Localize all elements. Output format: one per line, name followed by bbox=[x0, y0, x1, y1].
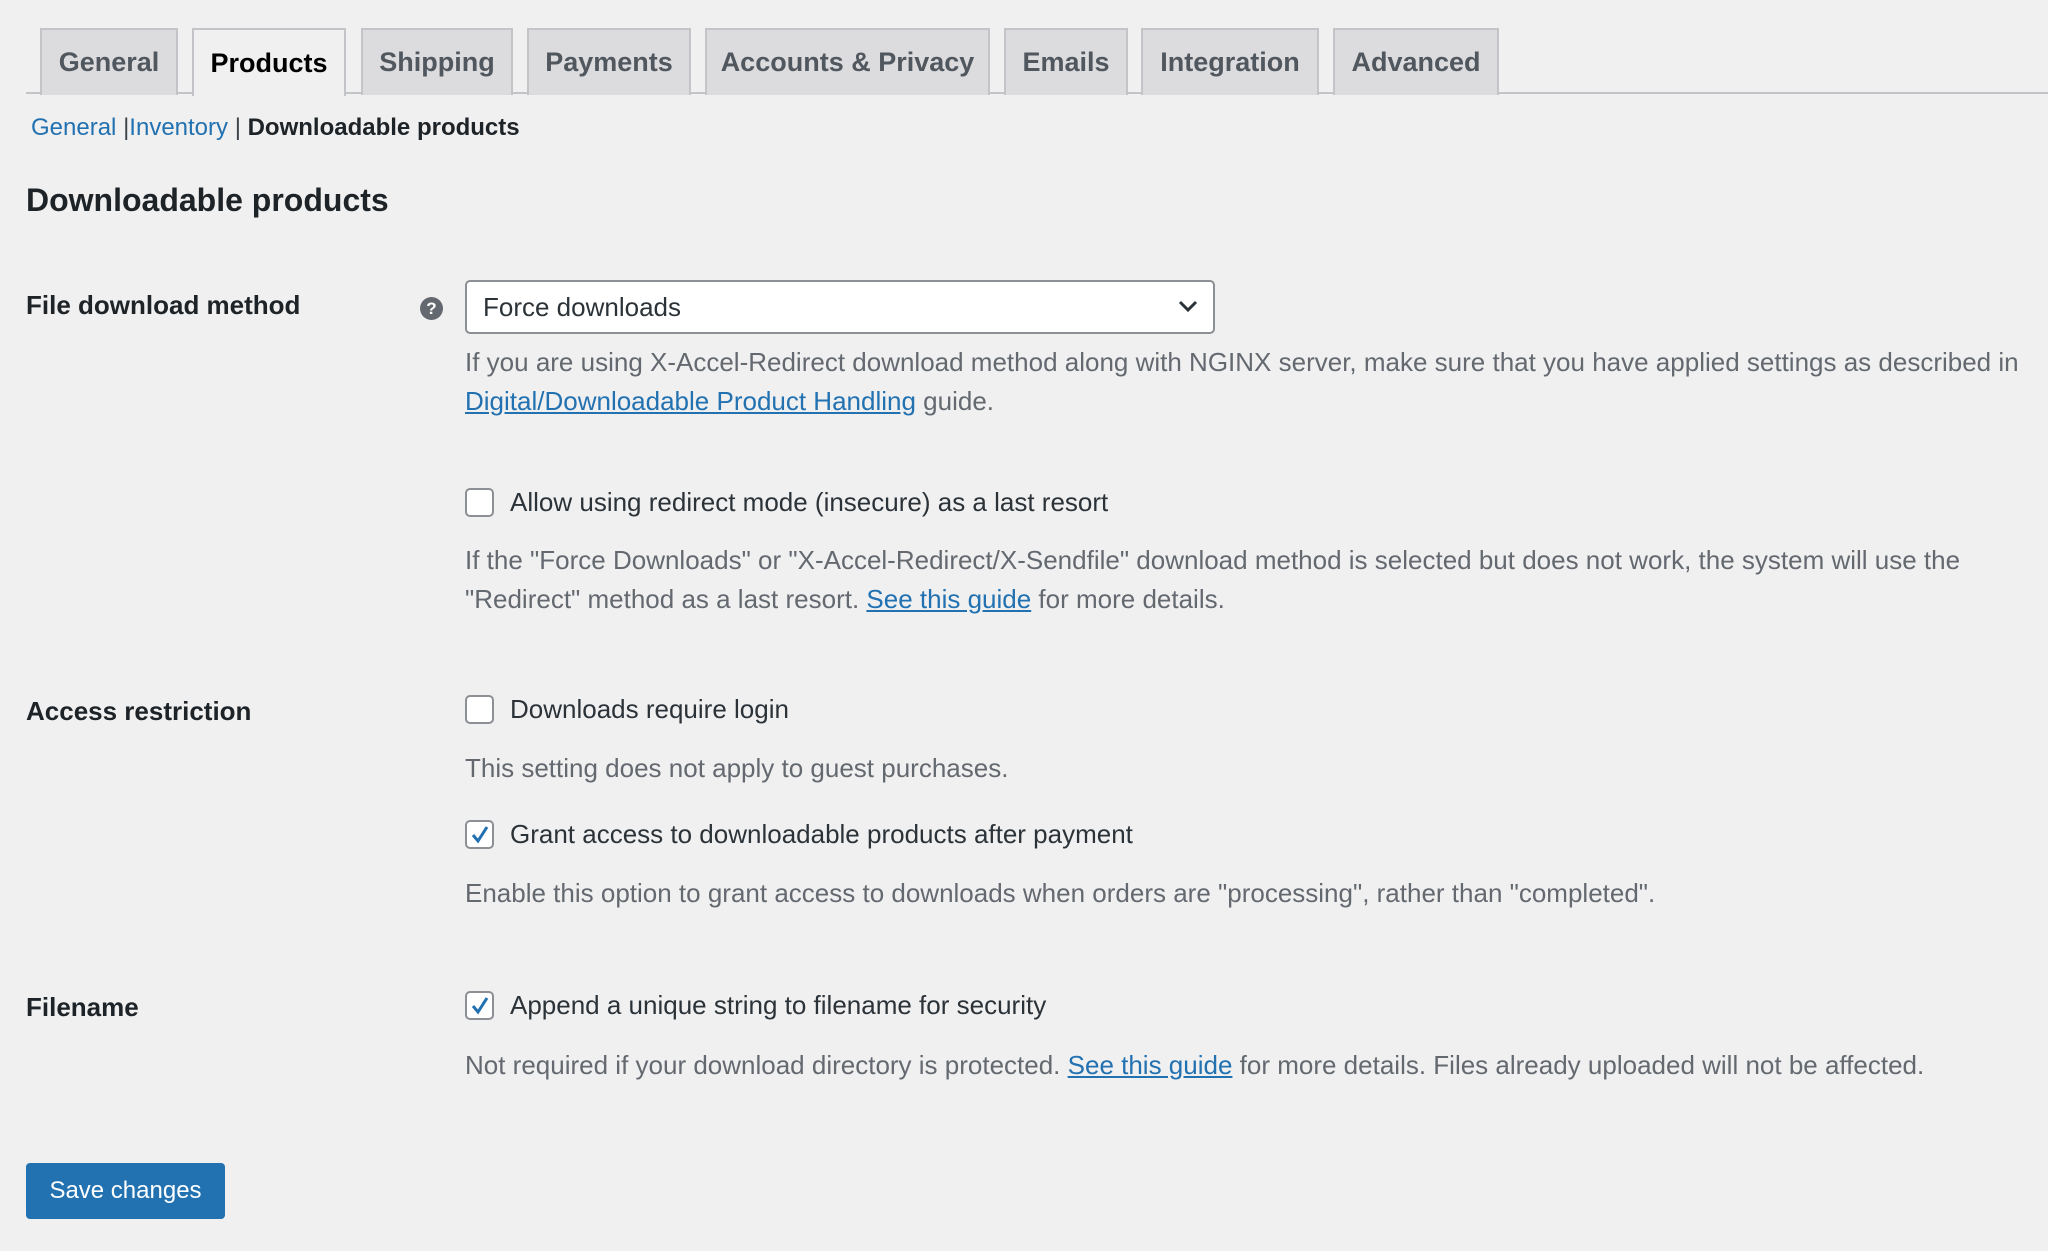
tab-accounts-privacy[interactable]: Accounts & Privacy bbox=[705, 28, 990, 95]
file-download-method-select[interactable]: Force downloads bbox=[465, 280, 1215, 334]
tab-shipping[interactable]: Shipping bbox=[361, 28, 513, 95]
checkbox[interactable] bbox=[465, 488, 494, 517]
checkmark-icon bbox=[471, 825, 488, 844]
checkbox-label: Allow using redirect mode (insecure) as … bbox=[510, 487, 1109, 517]
select-value: Force downloads bbox=[483, 291, 681, 322]
filename-label: Filename bbox=[26, 992, 139, 1022]
grant-access-checkbox[interactable]: Grant access to downloadable products af… bbox=[465, 819, 1133, 850]
append-unique-string-checkbox[interactable]: Append a unique string to filename for s… bbox=[465, 990, 1046, 1021]
subnav-separator: | bbox=[234, 114, 241, 141]
filename-description: Not required if your download directory … bbox=[465, 1046, 2025, 1085]
tab-emails[interactable]: Emails bbox=[1004, 28, 1128, 95]
checkbox[interactable] bbox=[465, 695, 494, 724]
file-download-method-description: If you are using X-Accel-Redirect downlo… bbox=[465, 343, 2025, 421]
desc-text: If you are using X-Accel-Redirect downlo… bbox=[465, 347, 2019, 377]
tab-payments[interactable]: Payments bbox=[527, 28, 691, 95]
checkbox-label: Downloads require login bbox=[510, 694, 789, 724]
desc-text: for more details. bbox=[1031, 584, 1225, 614]
section-subnav: General |Inventory | Downloadable produc… bbox=[31, 114, 520, 142]
settings-tabs: General Products Shipping Payments Accou… bbox=[26, 28, 2048, 96]
help-icon[interactable]: ? bbox=[420, 297, 443, 320]
subnav-general[interactable]: General bbox=[31, 114, 116, 141]
checkbox-label: Append a unique string to filename for s… bbox=[510, 990, 1047, 1020]
desc-text: for more details. Files already uploaded… bbox=[1232, 1050, 1925, 1080]
file-download-method-label: File download method bbox=[26, 290, 301, 320]
checkbox-checked[interactable] bbox=[465, 820, 494, 849]
tab-integration[interactable]: Integration bbox=[1141, 28, 1319, 95]
require-login-checkbox[interactable]: Downloads require login bbox=[465, 694, 789, 725]
desc-text: Not required if your download directory … bbox=[465, 1050, 1068, 1080]
subnav-inventory[interactable]: Inventory bbox=[129, 114, 228, 141]
redirect-fallback-checkbox[interactable]: Allow using redirect mode (insecure) as … bbox=[465, 487, 1108, 518]
checkbox-checked[interactable] bbox=[465, 991, 494, 1020]
save-changes-button[interactable]: Save changes bbox=[26, 1163, 225, 1219]
access-restriction-label: Access restriction bbox=[26, 696, 252, 726]
redirect-guide-link[interactable]: See this guide bbox=[866, 584, 1031, 614]
page-title: Downloadable products bbox=[26, 182, 389, 218]
subnav-current: Downloadable products bbox=[247, 114, 520, 141]
tab-advanced[interactable]: Advanced bbox=[1333, 28, 1499, 95]
product-handling-guide-link[interactable]: Digital/Downloadable Product Handling bbox=[465, 386, 916, 416]
tab-products[interactable]: Products bbox=[192, 28, 346, 96]
grant-access-description: Enable this option to grant access to do… bbox=[465, 878, 1656, 908]
filename-guide-link[interactable]: See this guide bbox=[1068, 1050, 1233, 1080]
redirect-fallback-description: If the "Force Downloads" or "X-Accel-Red… bbox=[465, 541, 2025, 619]
require-login-description: This setting does not apply to guest pur… bbox=[465, 753, 1009, 783]
tab-general[interactable]: General bbox=[40, 28, 178, 95]
checkmark-icon bbox=[471, 996, 488, 1015]
chevron-down-icon bbox=[1178, 300, 1198, 313]
desc-text: guide. bbox=[915, 386, 995, 416]
checkbox-label: Grant access to downloadable products af… bbox=[510, 819, 1133, 849]
